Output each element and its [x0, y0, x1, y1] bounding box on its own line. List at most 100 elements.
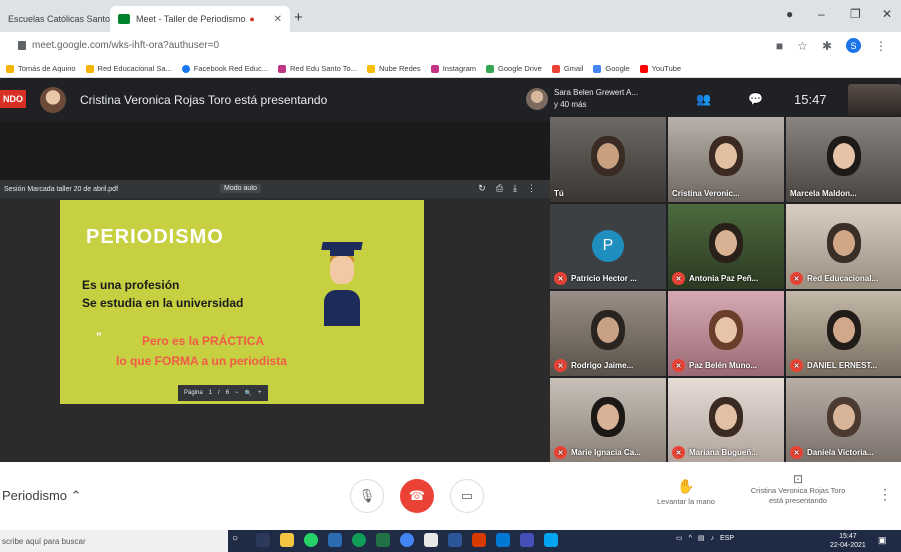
download-icon[interactable]: ⤓ — [513, 183, 517, 194]
participant-tile[interactable]: Tú — [550, 117, 666, 202]
participant-tile[interactable]: P ✕ Patricio Hector ... — [550, 204, 666, 289]
recording-dot-icon: ● — [249, 14, 255, 24]
chevron-up-icon[interactable]: ^ — [689, 535, 692, 542]
recording-badge: NDO — [0, 90, 26, 108]
page-total: 6 — [225, 390, 230, 396]
bookmark-label: Facebook Red Educ... — [193, 64, 268, 73]
zoom-out-icon[interactable]: − — [235, 390, 239, 396]
maximize-icon[interactable]: ❐ — [850, 7, 861, 21]
bookmark-item[interactable]: Red Educacional Sa... — [85, 64, 172, 73]
word-icon[interactable] — [448, 533, 462, 547]
now-presenting-line: Cristina Veronica Rojas Toro — [750, 486, 846, 495]
store-icon[interactable] — [328, 533, 342, 547]
participant-tile[interactable]: ✕ Daniela Victoria... — [786, 378, 901, 463]
bookmark-item[interactable]: YouTube — [639, 64, 682, 73]
mic-off-icon: ✕ — [672, 359, 685, 372]
participant-name-row: ✕ Paz Belén Muno... — [672, 359, 782, 372]
taskbar-search[interactable]: scribe aquí para buscar — [0, 530, 228, 552]
participant-tile[interactable]: ✕ Marie Ignacia Ca... — [550, 378, 666, 463]
more-options-icon[interactable]: ⋮ — [878, 486, 892, 503]
task-view-icon[interactable] — [256, 533, 270, 547]
chrome-icon[interactable] — [400, 533, 414, 547]
participant-tile[interactable]: ✕ Paz Belén Muno... — [668, 291, 784, 376]
profile-avatar[interactable]: S — [846, 38, 861, 53]
participant-tile[interactable]: Cristina Veronic... — [668, 117, 784, 202]
calendar-icon[interactable] — [544, 533, 558, 547]
microphone-button[interactable]: 🎙 — [350, 479, 384, 513]
bookmark-item[interactable]: Tomás de Aquino — [6, 64, 76, 73]
taskbar-clock[interactable]: 15:47 22-04-2021 — [830, 532, 866, 550]
extensions-icon[interactable]: ✱ — [822, 39, 832, 53]
page-number-input[interactable]: 1 — [209, 390, 212, 396]
url-field[interactable]: meet.google.com/wks-ihft-ora?authuser=0 — [32, 40, 219, 51]
bookmark-item[interactable]: Red Edu Santo To... — [277, 64, 357, 73]
people-icon[interactable]: 👥 — [696, 92, 711, 106]
powerpoint-icon[interactable] — [472, 533, 486, 547]
chat-icon[interactable]: 💬 — [748, 92, 763, 106]
minimize-icon[interactable]: – — [818, 7, 825, 21]
mail-icon[interactable] — [496, 533, 510, 547]
tab-meet[interactable]: Meet - Taller de Periodismo ● ✕ — [110, 6, 290, 32]
teams-icon[interactable] — [520, 533, 534, 547]
menu-icon[interactable]: ⋮ — [875, 39, 887, 53]
camera-button[interactable]: ▭ — [450, 479, 484, 513]
close-window-icon[interactable]: ✕ — [882, 7, 892, 21]
zoom-in-icon[interactable]: + — [258, 390, 262, 396]
participant-name-row: ✕ Marie Ignacia Ca... — [554, 446, 664, 459]
network-icon[interactable]: ▤ — [698, 534, 705, 542]
participant-tile[interactable]: ✕ Antonia Paz Peñ... — [668, 204, 784, 289]
bookmark-label: Tomás de Aquino — [18, 64, 76, 73]
address-bar-actions: ■ ☆ ✱ S ⋮ — [776, 38, 887, 53]
raise-hand-label: Levantar la mano — [657, 497, 715, 506]
whatsapp-icon[interactable] — [304, 533, 318, 547]
excel-icon[interactable] — [376, 533, 390, 547]
leave-call-button[interactable]: ☎ — [400, 479, 434, 513]
edge-icon[interactable] — [352, 533, 366, 547]
pdf-zoom-select[interactable]: Modo auto — [220, 184, 262, 193]
slide-title: PERIODISMO — [86, 226, 224, 248]
battery-icon[interactable]: ▭ — [676, 534, 683, 542]
bookmark-item[interactable]: Gmail — [551, 64, 583, 73]
bookmark-label: YouTube — [651, 64, 682, 73]
instagram-icon — [430, 64, 439, 73]
self-view-thumbnail[interactable] — [848, 84, 901, 116]
zoom-search-icon[interactable]: 🔍 — [245, 390, 252, 397]
more-icon[interactable]: ⋮ — [527, 183, 536, 194]
rotate-icon[interactable]: ↻ — [478, 183, 486, 194]
participant-tile[interactable]: ✕ Mariana Bugueñ... — [668, 378, 784, 463]
new-tab-button[interactable]: + — [294, 9, 303, 26]
graduate-illustration — [318, 240, 366, 330]
camera-icon[interactable]: ■ — [776, 39, 783, 53]
language-indicator[interactable]: ESP — [720, 535, 734, 542]
tab-escuelas[interactable]: Escuelas Católicas Santo ✕ — [0, 6, 110, 32]
bookmark-item[interactable]: Nube Redes — [366, 64, 421, 73]
bookmark-item[interactable]: Facebook Red Educ... — [181, 64, 268, 73]
star-icon[interactable]: ☆ — [797, 39, 808, 53]
file-explorer-icon[interactable] — [280, 533, 294, 547]
print-icon[interactable]: ⎙ — [496, 183, 503, 194]
tab-label: Meet - Taller de Periodismo — [136, 14, 246, 24]
quote-mark: " — [96, 330, 102, 344]
volume-icon[interactable]: ♪ — [711, 535, 715, 542]
participant-tile[interactable]: ✕ DANIEL ERNEST... — [786, 291, 901, 376]
photos-icon[interactable] — [424, 533, 438, 547]
cloud-icon — [366, 64, 375, 73]
now-presenting-line: está presentando — [769, 496, 827, 505]
now-presenting-button[interactable]: ⊡ Cristina Veronica Rojas Toro está pres… — [736, 473, 860, 506]
notification-icon[interactable]: ▣ — [878, 535, 887, 546]
cortana-icon[interactable]: ○ — [232, 533, 246, 547]
record-icon[interactable]: ● — [786, 7, 793, 21]
pinned-avatar[interactable] — [526, 88, 548, 110]
pinned-participant[interactable]: Sara Belen Grewert A... y 40 más — [554, 87, 654, 111]
page-controls: Página 1 / 6 − 🔍 + — [178, 385, 268, 401]
bookmark-item[interactable]: Instagram — [430, 64, 476, 73]
meeting-details-button[interactable]: Periodismo ⌃ — [2, 488, 82, 504]
participant-tile[interactable]: ✕ Rodrigo Jaime... — [550, 291, 666, 376]
participant-tile[interactable]: ✕ Red Educacional... — [786, 204, 901, 289]
system-tray: ▭ ^ ▤ ♪ ESP — [676, 534, 734, 543]
participant-tile[interactable]: Marcela Maldon... — [786, 117, 901, 202]
bookmark-item[interactable]: Google — [593, 64, 630, 73]
close-tab-icon[interactable]: ✕ — [274, 14, 282, 25]
bookmark-item[interactable]: Google Drive — [486, 64, 542, 73]
raise-hand-button[interactable]: ✋ Levantar la mano — [636, 478, 736, 506]
